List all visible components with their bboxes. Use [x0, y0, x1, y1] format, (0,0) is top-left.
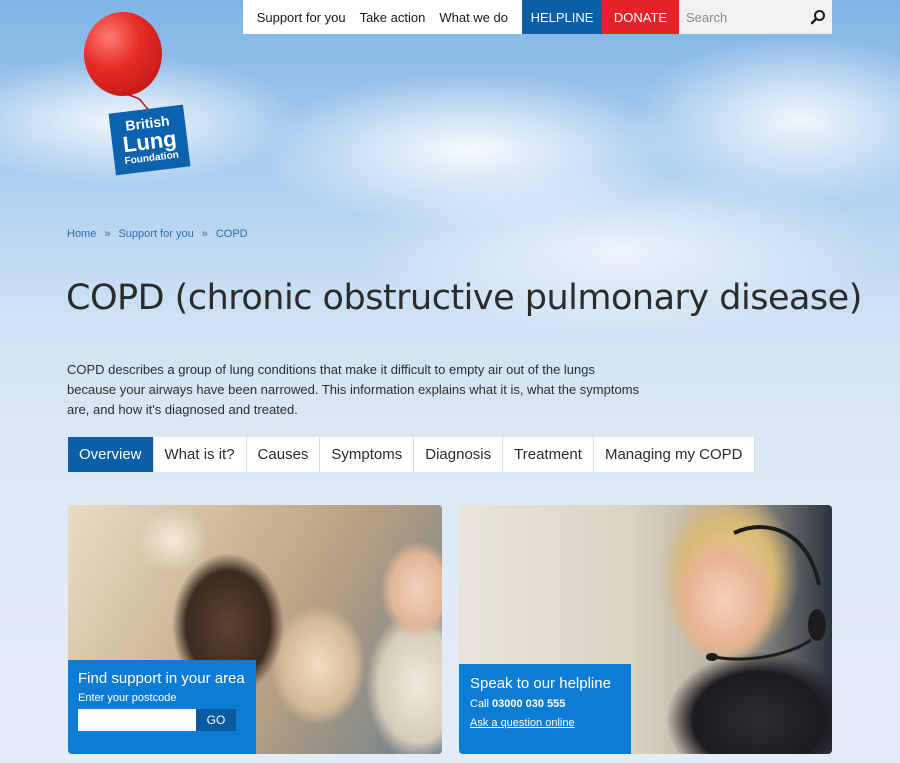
nav-link-take-action[interactable]: Take action [352, 0, 433, 34]
headset-icon [706, 525, 826, 661]
helpline-phone-number[interactable]: 03000 030 555 [492, 698, 565, 710]
ask-question-online-link[interactable]: Ask a question online [470, 717, 620, 729]
nav-links: Support for you Take action What we do [242, 0, 522, 34]
helpline-button[interactable]: HELPLINE [522, 0, 602, 34]
postcode-form: GO [78, 709, 246, 731]
nav-link-support[interactable]: Support for you [249, 0, 353, 34]
tab-managing-my-copd[interactable]: Managing my COPD [593, 437, 755, 472]
call-prefix: Call [470, 698, 489, 710]
breadcrumb-copd[interactable]: COPD [216, 228, 248, 240]
breadcrumb-home[interactable]: Home [67, 228, 96, 240]
tab-diagnosis[interactable]: Diagnosis [414, 437, 504, 472]
search-box [679, 0, 832, 34]
search-input[interactable] [679, 0, 799, 34]
find-support-card: Find support in your area Enter your pos… [68, 505, 442, 754]
helpline-call-text: Call 03000 030 555 [470, 698, 620, 710]
section-tabs: Overview What is it? Causes Symptoms Dia… [68, 437, 755, 472]
red-balloon-icon [84, 12, 162, 96]
nav-link-what-we-do[interactable]: What we do [432, 0, 515, 34]
go-button[interactable]: GO [196, 709, 236, 731]
tab-causes[interactable]: Causes [246, 437, 321, 472]
find-support-panel: Find support in your area Enter your pos… [68, 660, 256, 754]
intro-paragraph: COPD describes a group of lung condition… [67, 362, 640, 417]
helpline-card: Speak to our helpline Call 03000 030 555… [459, 505, 832, 754]
tab-overview[interactable]: Overview [68, 437, 154, 472]
postcode-input[interactable] [78, 709, 196, 731]
breadcrumb: Home » Support for you » COPD [67, 228, 248, 240]
helpline-title: Speak to our helpline [470, 675, 611, 692]
breadcrumb-separator: » [104, 228, 111, 240]
tab-treatment[interactable]: Treatment [503, 437, 594, 472]
tab-what-is-it[interactable]: What is it? [153, 437, 247, 472]
page-title: COPD (chronic obstructive pulmonary dise… [66, 278, 862, 318]
postcode-label: Enter your postcode [78, 692, 177, 704]
breadcrumb-separator: » [201, 228, 208, 240]
tab-symptoms[interactable]: Symptoms [320, 437, 415, 472]
british-lung-foundation-logo[interactable]: British Lung Foundation [84, 12, 194, 177]
helpline-panel: Speak to our helpline Call 03000 030 555… [459, 664, 631, 754]
search-icon[interactable] [810, 9, 826, 25]
breadcrumb-support-for-you[interactable]: Support for you [118, 228, 193, 240]
logo-badge: British Lung Foundation [108, 104, 191, 176]
find-support-title: Find support in your area [78, 670, 245, 687]
donate-button[interactable]: DONATE [602, 0, 679, 34]
top-navigation: Support for you Take action What we do H… [242, 0, 832, 34]
